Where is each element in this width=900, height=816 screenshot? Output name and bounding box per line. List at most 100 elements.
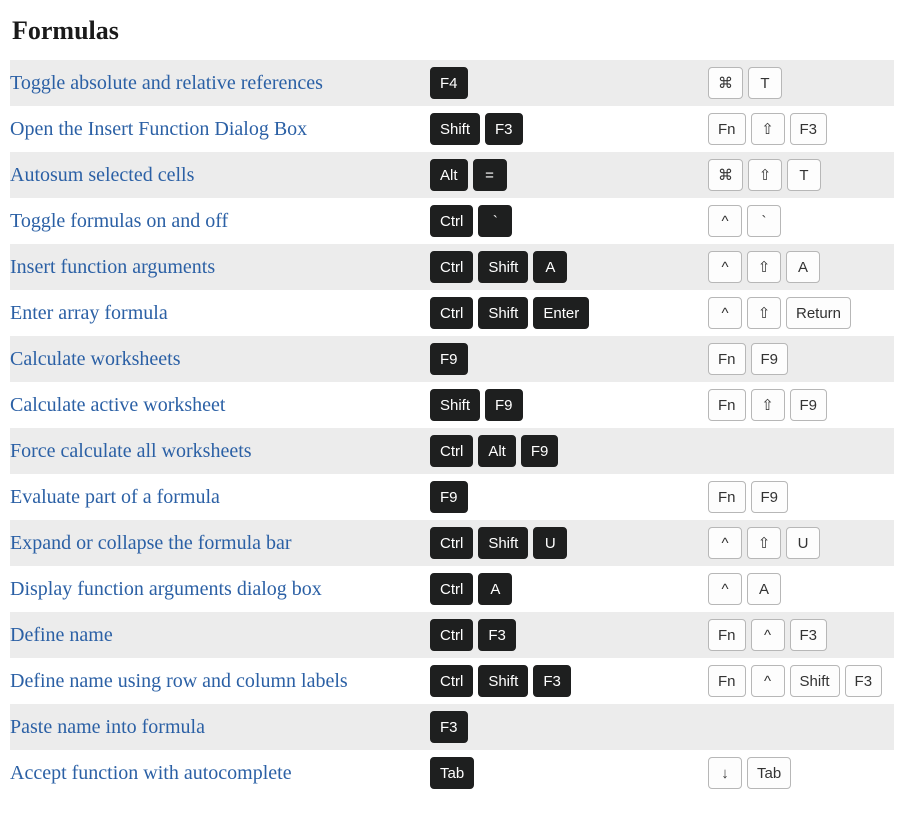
shortcut-link[interactable]: Toggle formulas on and off [10,210,228,232]
key-f3: F3 [533,665,571,697]
key-f9: F9 [521,435,559,467]
windows-keys-cell: CtrlShiftU [430,520,708,566]
key-f4: F4 [430,67,468,99]
shortcut-row: Open the Insert Function Dialog Box Shift… [10,106,894,152]
shortcut-link[interactable]: Display function arguments dialog box [10,578,322,600]
desc-cell: Display function arguments dialog box [10,566,430,612]
key-f9: F9 [430,481,468,513]
shortcut-link[interactable]: Calculate active worksheet [10,394,225,416]
mac-keys-cell: ⌘T [708,60,894,106]
key-: ^ [708,205,742,237]
mac-keys-cell [708,428,894,474]
key-combo: ↓Tab [708,765,796,782]
mac-keys-cell: Fn^ShiftF3 [708,658,894,704]
shortcut-link[interactable]: Evaluate part of a formula [10,486,220,508]
desc-cell: Accept function with autocomplete [10,750,430,796]
key-shift: Shift [478,251,528,283]
key-shift: Shift [430,389,480,421]
windows-keys-cell: CtrlAltF9 [430,428,708,474]
mac-keys-cell: ^` [708,198,894,244]
key-ctrl: Ctrl [430,527,473,559]
key-combo: ^⇧Return [708,305,856,322]
key-a: A [747,573,781,605]
shortcut-link[interactable]: Expand or collapse the formula bar [10,532,292,554]
shortcut-link[interactable]: Calculate worksheets [10,348,181,370]
key-return: Return [786,297,851,329]
windows-keys-cell: CtrlShiftEnter [430,290,708,336]
key-f3: F3 [485,113,523,145]
key-t: T [787,159,821,191]
key-: ⇧ [747,527,781,559]
key-ctrl: Ctrl [430,619,473,651]
key-: ^ [708,251,742,283]
shortcut-link[interactable]: Paste name into formula [10,716,205,738]
windows-keys-cell: F4 [430,60,708,106]
mac-keys-cell: Fn^F3 [708,612,894,658]
desc-cell: Toggle formulas on and off [10,198,430,244]
key-combo: CtrlF3 [430,627,521,644]
key-combo: CtrlShiftF3 [430,673,576,690]
mac-keys-cell [708,704,894,750]
key-combo: Ctrl` [430,213,517,230]
key-a: A [786,251,820,283]
key-: ⌘ [708,159,743,191]
key-alt: Alt [478,435,516,467]
windows-keys-cell: CtrlA [430,566,708,612]
shortcut-link[interactable]: Define name [10,624,113,646]
mac-keys-cell: ^A [708,566,894,612]
key-combo: ShiftF3 [430,121,528,138]
shortcut-link[interactable]: Force calculate all worksheets [10,440,252,462]
key-: ⇧ [748,159,782,191]
mac-keys-cell: Fn⇧F3 [708,106,894,152]
key-f3: F3 [430,711,468,743]
key-tab: Tab [430,757,474,789]
shortcut-row: Accept function with autocompleteTab↓Tab [10,750,894,796]
key-combo: ⌘T [708,75,787,92]
key-combo: F9 [430,489,473,506]
key-ctrl: Ctrl [430,435,473,467]
key-combo: CtrlAltF9 [430,443,563,460]
key-ctrl: Ctrl [430,205,473,237]
key-f9: F9 [751,343,789,375]
key-combo: F9 [430,351,473,368]
shortcut-link[interactable]: Define name using row and column labels [10,670,348,692]
key-combo: ShiftF9 [430,397,528,414]
key-shift: Shift [790,665,840,697]
key-: ⇧ [751,113,785,145]
key-tab: Tab [747,757,791,789]
shortcut-link[interactable]: Toggle absolute and relative references [10,72,323,94]
desc-cell: Define name [10,612,430,658]
shortcut-row: Toggle formulas on and offCtrl`^` [10,198,894,244]
key-shift: Shift [478,665,528,697]
key-ctrl: Ctrl [430,665,473,697]
key-combo: ⌘⇧T [708,167,826,184]
key-combo: ^⇧A [708,259,825,276]
shortcut-link[interactable]: Open the Insert Function Dialog Box [10,118,307,140]
shortcut-row: Evaluate part of a formulaF9FnF9 [10,474,894,520]
mac-keys-cell: FnF9 [708,474,894,520]
key-shift: Shift [478,527,528,559]
shortcut-link[interactable]: Insert function arguments [10,256,215,278]
desc-cell: Calculate active worksheet [10,382,430,428]
key-shift: Shift [430,113,480,145]
mac-keys-cell: ^⇧A [708,244,894,290]
shortcut-link[interactable]: Accept function with autocomplete [10,762,292,784]
key-ctrl: Ctrl [430,297,473,329]
shortcut-link[interactable]: Autosum selected cells [10,164,194,186]
mac-keys-cell: ↓Tab [708,750,894,796]
windows-keys-cell: F3 [430,704,708,750]
mac-keys-cell: Fn⇧F9 [708,382,894,428]
key-combo: Fn^F3 [708,627,832,644]
shortcut-row: Toggle absolute and relative references F… [10,60,894,106]
shortcut-link[interactable]: Enter array formula [10,302,168,324]
key-fn: Fn [708,481,746,513]
key-u: U [533,527,567,559]
key-f9: F9 [751,481,789,513]
shortcut-row: Define name using row and column labels C… [10,658,894,704]
key-: ` [747,205,781,237]
shortcut-row: Expand or collapse the formula bar CtrlSh… [10,520,894,566]
shortcut-row: Define name CtrlF3 Fn^F3 [10,612,894,658]
key-fn: Fn [708,619,746,651]
key-combo: F3 [430,719,473,736]
shortcut-row: Calculate worksheetsF9FnF9 [10,336,894,382]
